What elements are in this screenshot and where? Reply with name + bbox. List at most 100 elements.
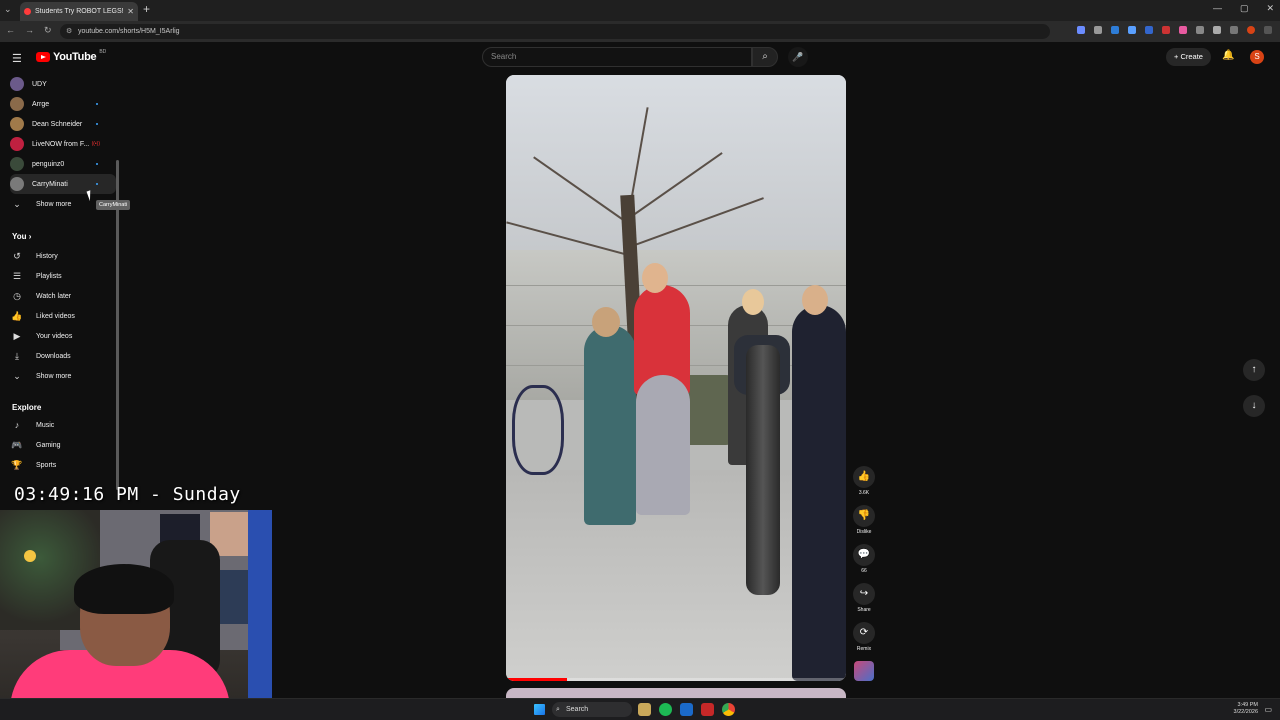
new-content-dot [96,163,98,165]
taskbar-clock[interactable]: 3:49 PM 3/22/2026 [1234,702,1258,716]
sidebar-subscription[interactable]: UDY [10,74,116,94]
sidebar-subscription[interactable]: LiveNOW from F... ((•)) [10,134,116,154]
sidebar-item-history[interactable]: ↺ History [10,246,116,266]
sound-source-thumbnail[interactable] [854,661,874,681]
webcam-emoji-sticker [24,550,36,562]
live-indicator-icon: ((•)) [91,141,100,147]
sidebar-item-label: History [36,252,58,260]
share-icon[interactable]: ↪ [853,583,875,605]
channel-avatar [10,97,24,111]
extension-icon[interactable] [1230,26,1238,34]
sidebar-item-gaming[interactable]: 🎮 Gaming [10,435,116,455]
arrow-down-icon: ↓ [1251,400,1257,411]
sidebar-item-music[interactable]: ♪ Music [10,415,116,435]
search-icon: ⌕ [762,51,768,62]
steam-icon[interactable] [680,703,693,716]
remix-action[interactable]: ⟳ Remix [850,622,878,652]
sidebar-item-playlists[interactable]: ☰ Playlists [10,266,116,286]
taskbar-search[interactable]: ⌕ Search [552,702,632,717]
search-input[interactable]: Search [482,47,752,67]
create-button[interactable]: + Create [1166,48,1211,66]
share-action[interactable]: ↪ Share [850,583,878,613]
sidebar-item-downloads[interactable]: ⤓ Downloads [10,346,116,366]
you-section-heading[interactable]: You › [12,232,31,241]
taskbar-time: 3:49 PM [1237,702,1258,708]
minimize-button[interactable]: — [1213,3,1222,14]
subscription-label: Arrge [32,100,50,108]
bookmark-star-icon[interactable] [1094,26,1102,34]
video-person-head [642,263,668,293]
new-tab-button[interactable]: + [143,2,150,16]
forward-arrow-icon[interactable]: → [25,25,34,36]
sidebar-item-watch-later[interactable]: ◷ Watch later [10,286,116,306]
video-progress-bar[interactable] [506,678,846,681]
video-person-head [592,307,620,337]
tab-list-chevron-icon[interactable]: ⌄ [4,4,12,15]
taskbar-apps [638,703,735,716]
chrome-icon[interactable] [722,703,735,716]
share-label: Share [857,607,871,613]
sidebar-item-sports[interactable]: 🏆 Sports [10,455,116,475]
new-content-dot [96,183,98,185]
notifications-icon[interactable]: ▭ [1264,705,1272,714]
comment-icon[interactable]: 💬 [853,544,875,566]
thumb-down-icon[interactable]: 👎 [853,505,875,527]
extensions-toolbar [1077,26,1272,34]
next-short-button[interactable]: ↓ [1243,395,1265,417]
sidebar-subscription[interactable]: Dean Schneider [10,114,116,134]
url-field[interactable]: ⚙ youtube.com/shorts/H5M_I5Arlig [60,24,1050,39]
extension-icon[interactable] [1196,26,1204,34]
webcam-overlay [0,510,272,720]
comment-count: 66 [861,568,867,574]
close-window-button[interactable]: ✕ [1266,3,1274,14]
extension-icon[interactable] [1145,26,1153,34]
extension-icon[interactable] [1128,26,1136,34]
account-avatar[interactable]: S [1250,50,1264,64]
spotify-icon[interactable] [659,703,672,716]
sidebar-item-your-videos[interactable]: ▶ Your videos [10,326,116,346]
youtube-play-icon [36,52,50,62]
menu-hamburger-icon[interactable]: ☰ [12,52,22,65]
puzzle-icon[interactable] [1213,26,1221,34]
comments-action[interactable]: 💬 66 [850,544,878,574]
video-person-head [802,285,828,315]
show-more-you[interactable]: ⌄ Show more [10,366,116,386]
profile-avatar[interactable] [1247,26,1255,34]
extension-icon[interactable] [1111,26,1119,34]
tab-close-icon[interactable]: ✕ [127,7,134,16]
country-code: BD [99,49,107,55]
taskbar-app-icon[interactable] [701,703,714,716]
sidebar-subscription[interactable]: CarryMinati [10,174,116,194]
sidebar-item-label: Playlists [36,272,62,280]
dislike-action[interactable]: 👎 Dislike [850,505,878,535]
sidebar-subscription[interactable]: Arrge [10,94,116,114]
site-info-icon[interactable]: ⚙ [66,24,72,39]
video-icon: ▶ [13,330,21,341]
extension-icon[interactable] [1179,26,1187,34]
sidebar-subscription[interactable]: penguinz0 [10,154,116,174]
taskbar-app-icon[interactable] [638,703,651,716]
notifications-bell-icon[interactable]: 🔔 [1222,50,1234,61]
extension-icon[interactable] [1162,26,1170,34]
reload-icon[interactable]: ↻ [44,25,52,36]
menu-dots-icon[interactable] [1264,26,1272,34]
sidebar-item-liked-videos[interactable]: 👍 Liked videos [10,306,116,326]
you-label: You [12,232,27,241]
browser-tab-active[interactable]: Students Try ROBOT LEGS!! ✕ [20,2,138,21]
thumb-up-icon[interactable]: 👍 [853,466,875,488]
back-arrow-icon[interactable]: ← [6,25,15,36]
remix-icon[interactable]: ⟳ [853,622,875,644]
maximize-button[interactable]: ▢ [1240,3,1249,14]
youtube-logo[interactable]: YouTube BD [36,49,107,63]
video-person [584,325,636,525]
previous-short-button[interactable]: ↑ [1243,359,1265,381]
extension-icon[interactable] [1077,26,1085,34]
shorts-video-player[interactable] [506,75,846,681]
show-more-label: Show more [36,200,72,208]
search-button[interactable]: ⌕ [752,47,778,67]
voice-search-button[interactable]: 🎤 [788,47,808,67]
clock-icon: ◷ [13,290,21,301]
like-action[interactable]: 👍 3.6K [850,466,878,496]
sidebar-item-label: Sports [36,461,57,469]
windows-start-icon[interactable] [534,704,545,715]
